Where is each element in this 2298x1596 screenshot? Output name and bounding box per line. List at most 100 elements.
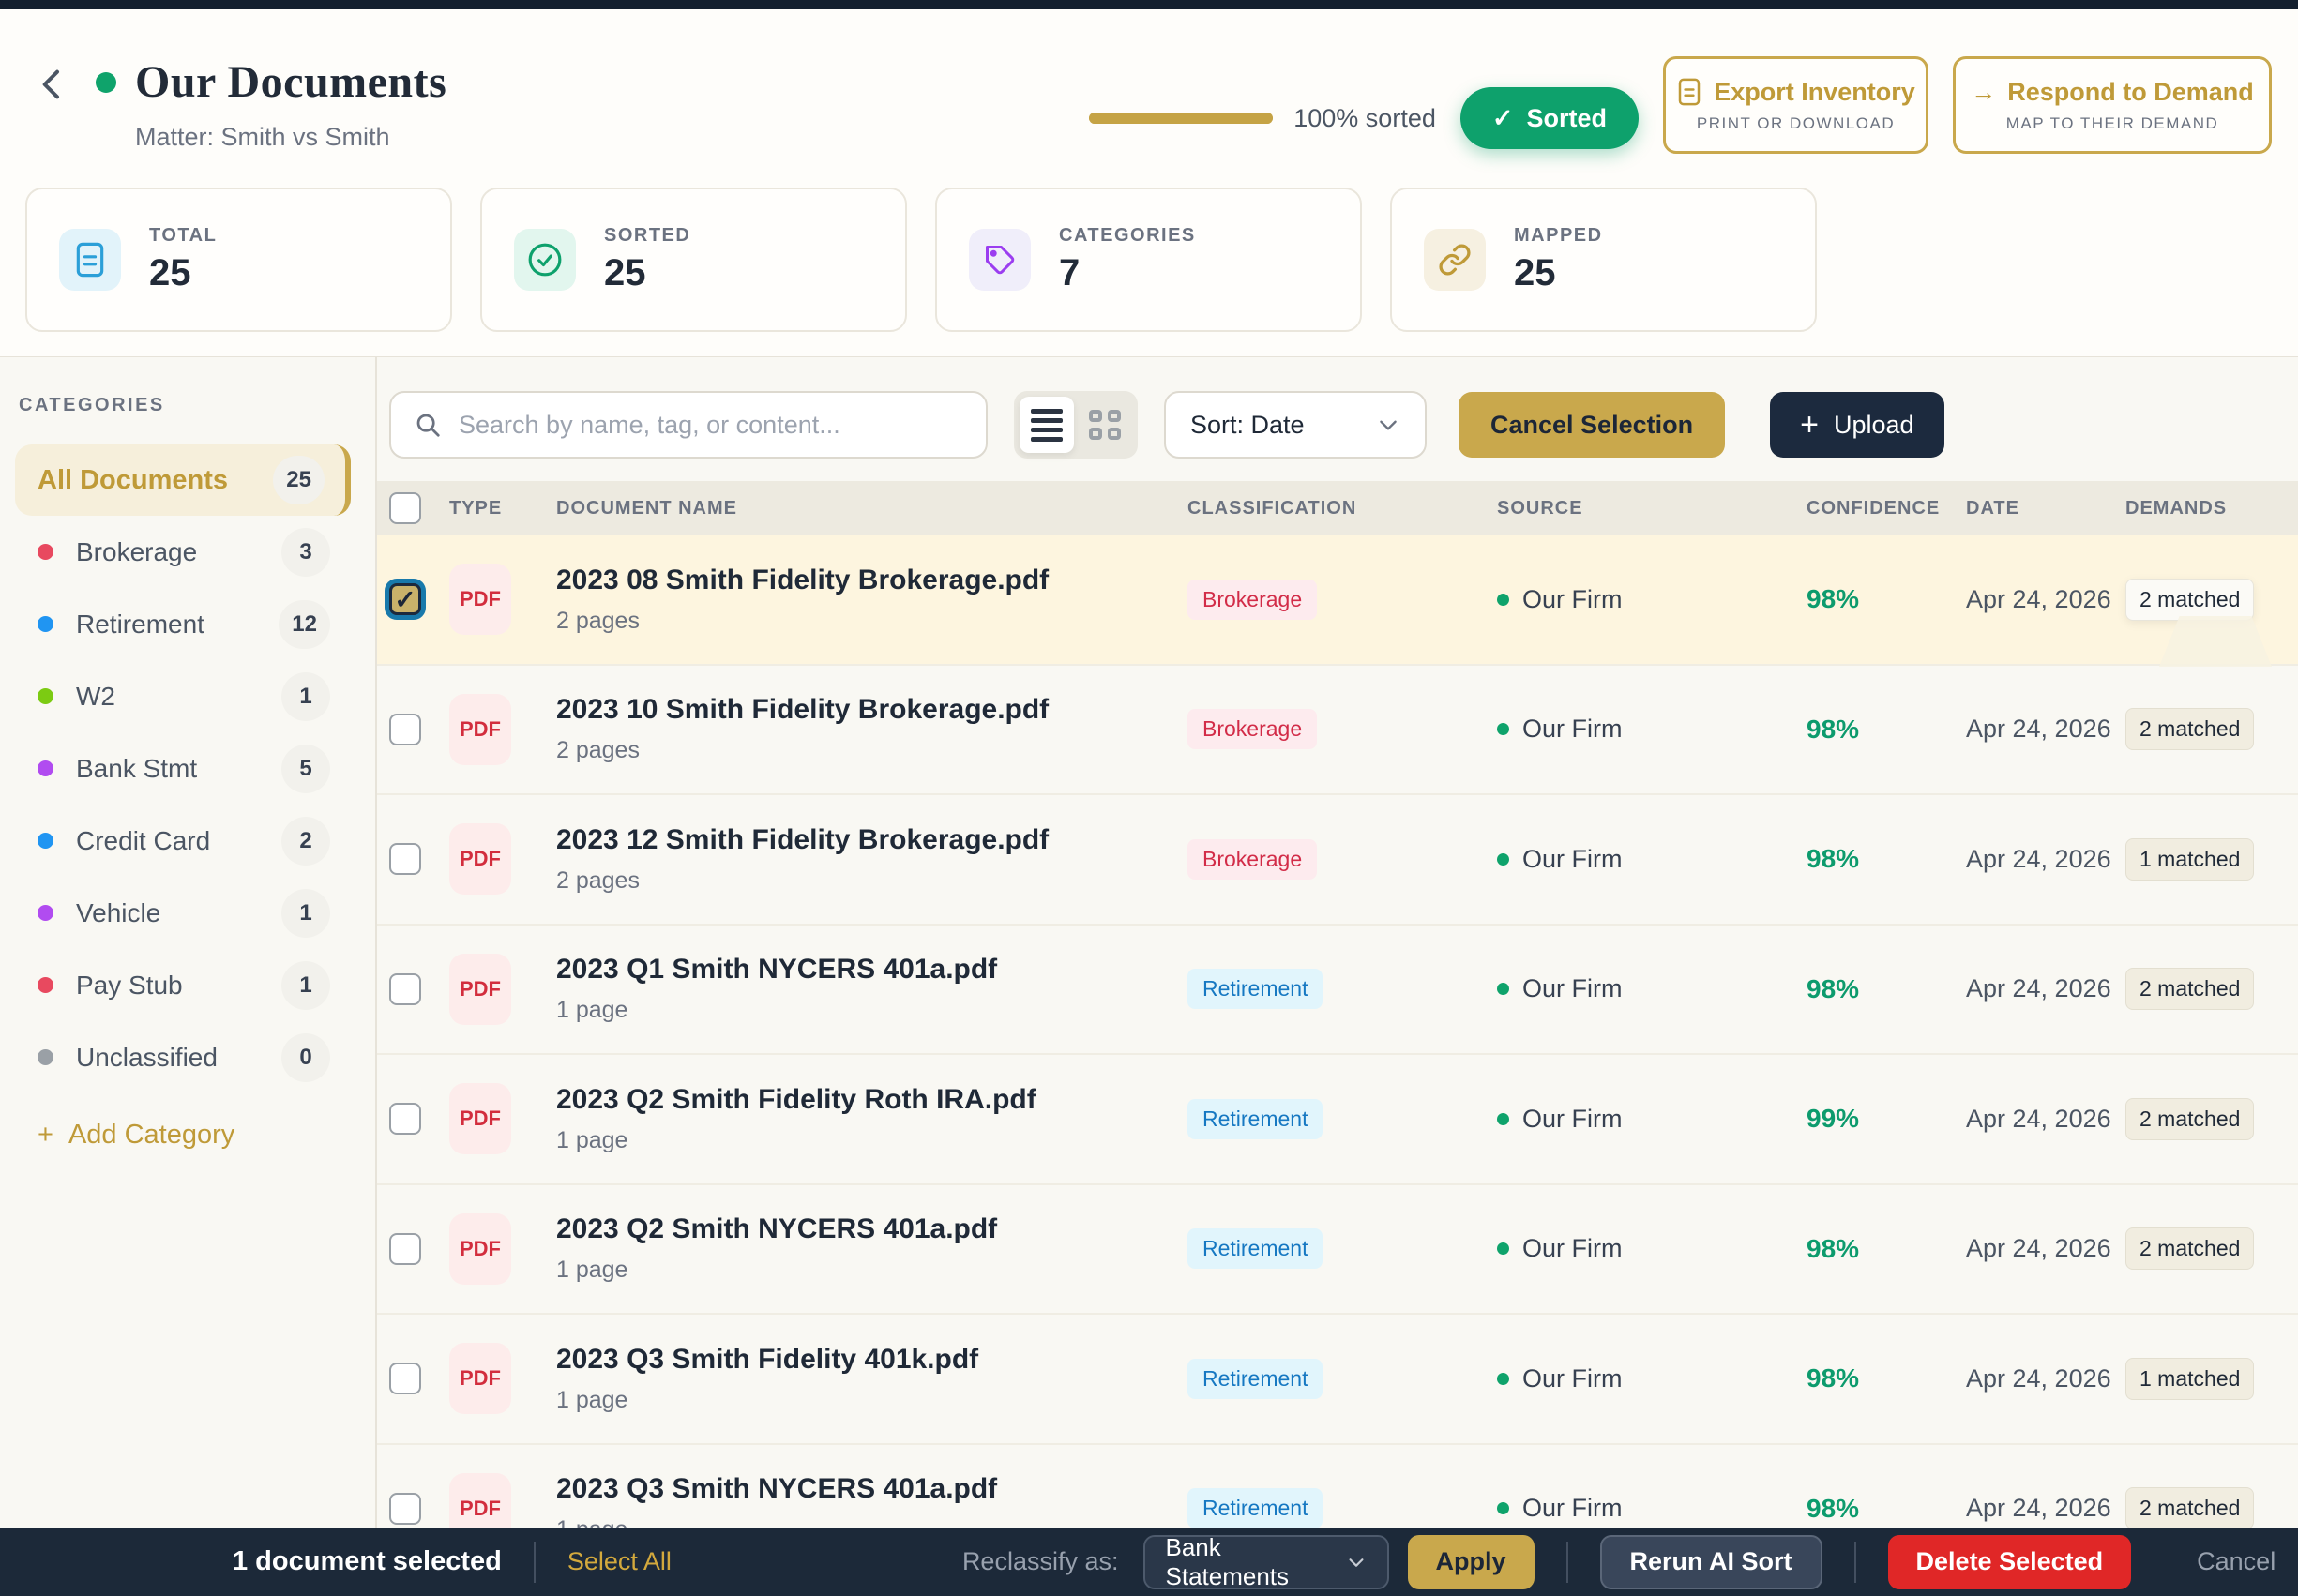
back-button[interactable]: [34, 64, 75, 105]
sorted-button-label: Sorted: [1526, 104, 1607, 133]
table-row[interactable]: PDF 2023 10 Smith Fidelity Brokerage.pdf 2…: [377, 666, 2298, 796]
date-value: Apr 24, 2026: [1966, 1364, 2111, 1393]
document-pages: 1 page: [556, 997, 1187, 1024]
progress-bar: [1089, 113, 1273, 124]
respond-to-demand-button[interactable]: → Respond to Demand MAP TO THEIR DEMAND: [1953, 56, 2272, 154]
sidebar-item-credit-card[interactable]: Credit Card2: [15, 805, 351, 877]
confidence-value: 98%: [1807, 584, 1859, 613]
plus-icon: +: [1800, 409, 1819, 441]
reclassify-dropdown[interactable]: Bank Statements: [1143, 1535, 1389, 1589]
plus-icon: +: [38, 1120, 53, 1151]
documents-toolbar: Sort: Date Cancel Selection + Upload: [377, 357, 2298, 459]
category-label: Pay Stub: [76, 971, 183, 1001]
table-row[interactable]: PDF2023 Q2 Smith Fidelity Roth IRA.pdf1 …: [377, 1055, 2298, 1185]
row-checkbox[interactable]: [389, 1103, 421, 1135]
table-row[interactable]: PDF2023 Q3 Smith Fidelity 401k.pdf1 page…: [377, 1315, 2298, 1445]
stat-value: 7: [1059, 252, 1196, 294]
sidebar-item-brokerage[interactable]: Brokerage3: [15, 516, 351, 588]
table-body: ✓PDF2023 08 Smith Fidelity Brokerage.pdf…: [377, 535, 2298, 1574]
stat-card-total: TOTAL25: [25, 188, 452, 332]
table-row[interactable]: ✓PDF2023 08 Smith Fidelity Brokerage.pdf…: [377, 535, 2298, 666]
source-dot: [1497, 1373, 1509, 1385]
sidebar-item-unclassified[interactable]: Unclassified0: [15, 1021, 351, 1093]
row-checkbox[interactable]: [389, 973, 421, 1005]
sidebar-item-pay-stub[interactable]: Pay Stub1: [15, 949, 351, 1021]
export-inventory-button[interactable]: Export Inventory PRINT OR DOWNLOAD: [1663, 56, 1928, 154]
sort-dropdown[interactable]: Sort: Date: [1164, 391, 1427, 459]
source-dot: [1497, 1242, 1509, 1255]
row-checkbox[interactable]: [389, 843, 421, 875]
category-label: Brokerage: [76, 537, 197, 567]
demands-badge: 2 matched: [2125, 579, 2254, 621]
sorted-button[interactable]: ✓ Sorted: [1460, 87, 1639, 149]
row-checkbox[interactable]: ✓: [389, 583, 421, 615]
search-input[interactable]: [459, 411, 963, 440]
document-name: 2023 Q3 Smith Fidelity 401k.pdf: [556, 1344, 1187, 1376]
upload-button[interactable]: + Upload: [1770, 392, 1943, 458]
source-label: Our Firm: [1522, 1105, 1622, 1134]
stats-row: TOTAL25SORTED25CATEGORIES7MAPPED25: [0, 154, 2298, 357]
list-view-button[interactable]: [1020, 397, 1074, 453]
selected-count-text: 1 document selected: [233, 1546, 502, 1577]
category-label: W2: [76, 682, 115, 712]
sort-progress: 100% sorted: [1089, 104, 1436, 133]
add-category-button[interactable]: + Add Category: [38, 1120, 234, 1151]
status-dot: [96, 72, 116, 93]
category-count: 1: [281, 889, 330, 938]
source-dot: [1497, 594, 1509, 606]
confidence-value: 98%: [1807, 1494, 1859, 1523]
table-row[interactable]: PDF2023 12 Smith Fidelity Brokerage.pdf2…: [377, 795, 2298, 926]
grid-view-button[interactable]: [1078, 397, 1132, 453]
document-name: 2023 Q1 Smith NYCERS 401a.pdf: [556, 954, 1187, 986]
sidebar-item-bank-stmt[interactable]: Bank Stmt5: [15, 732, 351, 805]
sidebar-item-retirement[interactable]: Retirement12: [15, 588, 351, 660]
all-documents-label: All Documents: [38, 465, 228, 496]
add-category-label: Add Category: [68, 1120, 234, 1151]
sidebar-item-all-documents[interactable]: All Documents 25: [15, 444, 351, 516]
select-all-button[interactable]: Select All: [567, 1547, 672, 1576]
table-row[interactable]: PDF2023 Q1 Smith NYCERS 401a.pdf1 pageRe…: [377, 926, 2298, 1056]
matter-subtitle: Matter: Smith vs Smith: [135, 123, 446, 152]
delete-selected-button[interactable]: Delete Selected: [1888, 1535, 2132, 1589]
document-name: 2023 Q3 Smith NYCERS 401a.pdf: [556, 1473, 1187, 1505]
file-icon: [1676, 78, 1702, 106]
file-type-badge: PDF: [449, 1213, 511, 1285]
document-pages: 2 pages: [556, 737, 1187, 764]
document-pages: 1 page: [556, 1387, 1187, 1414]
chevron-left-icon: [34, 66, 75, 103]
classification-pill: Brokerage: [1187, 580, 1317, 620]
stat-card-sorted: SORTED25: [480, 188, 907, 332]
document-name: 2023 10 Smith Fidelity Brokerage.pdf: [556, 694, 1187, 726]
category-label: Vehicle: [76, 898, 160, 928]
category-count: 5: [281, 745, 330, 793]
file-type-badge: PDF: [449, 694, 511, 765]
row-checkbox[interactable]: [389, 1493, 421, 1525]
demands-badge: 1 matched: [2125, 1358, 2254, 1400]
sidebar-item-vehicle[interactable]: Vehicle 1: [15, 877, 351, 949]
document-pages: 2 pages: [556, 867, 1187, 895]
sidebar-item-w2[interactable]: W21: [15, 660, 351, 732]
classification-pill: Retirement: [1187, 1099, 1323, 1139]
page-title: Our Documents: [135, 56, 446, 108]
column-header-date: DATE: [1966, 498, 2125, 519]
apply-button[interactable]: Apply: [1408, 1535, 1535, 1589]
stat-label: TOTAL: [149, 225, 217, 247]
row-checkbox[interactable]: [389, 714, 421, 745]
divider: [1566, 1542, 1568, 1583]
date-value: Apr 24, 2026: [1966, 585, 2111, 613]
cancel-button[interactable]: Cancel: [2197, 1547, 2275, 1576]
row-checkbox[interactable]: [389, 1233, 421, 1265]
table-row[interactable]: PDF2023 Q2 Smith NYCERS 401a.pdf1 pageRe…: [377, 1185, 2298, 1316]
view-toggle: [1014, 391, 1138, 459]
date-value: Apr 24, 2026: [1966, 1234, 2111, 1262]
rerun-ai-sort-button[interactable]: Rerun AI Sort: [1600, 1535, 1822, 1589]
select-all-checkbox[interactable]: [389, 492, 421, 524]
category-label: Retirement: [76, 610, 204, 640]
chevron-down-icon: [1346, 1552, 1367, 1573]
row-checkbox[interactable]: [389, 1363, 421, 1394]
cancel-selection-button[interactable]: Cancel Selection: [1459, 392, 1725, 458]
source-label: Our Firm: [1522, 715, 1622, 744]
category-dot: [38, 905, 53, 921]
date-value: Apr 24, 2026: [1966, 715, 2111, 743]
confidence-value: 98%: [1807, 1363, 1859, 1393]
